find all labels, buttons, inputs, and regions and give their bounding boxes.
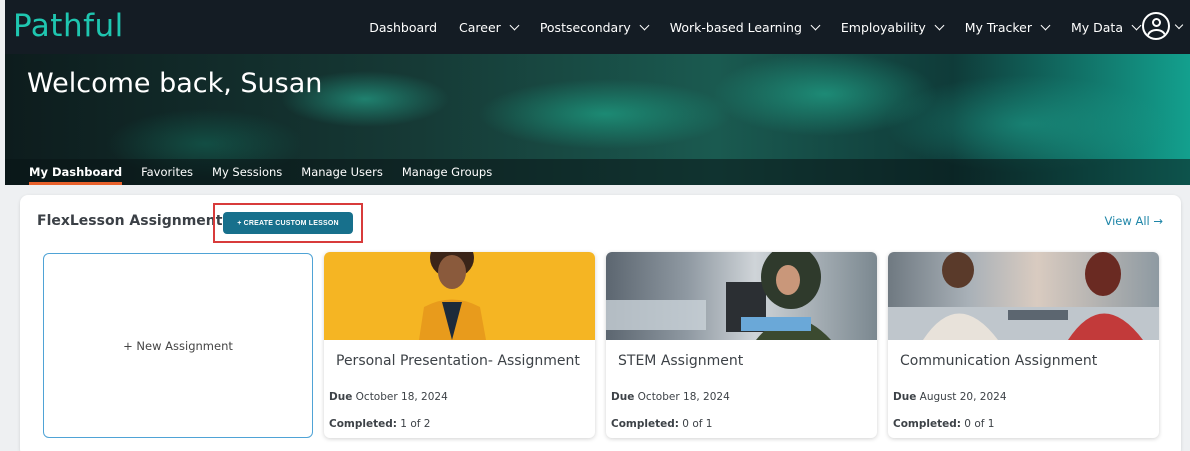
section-title: FlexLesson Assignments [37,213,231,229]
nav-dashboard[interactable]: Dashboard [369,20,437,35]
presentation-photo [419,252,486,340]
dashboard-tabs: My Dashboard Favorites My Sessions Manag… [5,159,1190,185]
nav-my-data[interactable]: My Data [1070,19,1142,35]
assignment-completed: Completed: 0 of 1 [611,418,712,430]
communication-photo [888,252,1159,340]
assignment-completed: Completed: 0 of 1 [893,418,994,430]
due-label: Due [611,391,635,403]
assignment-due: Due October 18, 2024 [611,391,730,403]
nav-label: Work-based Learning [669,19,802,35]
assignment-title: STEM Assignment [618,353,744,369]
nav-postsecondary[interactable]: Postsecondary [539,19,650,35]
nav-career[interactable]: Career [459,19,520,35]
nav-employability[interactable]: Employability [840,19,945,35]
completed-count: 0 of 1 [964,418,995,430]
assignment-card[interactable]: Communication Assignment Due August 20, … [888,252,1159,438]
avatar-body-shape [1147,29,1166,38]
avatar-head-shape [1152,18,1161,27]
welcome-title: Welcome back, Susan [27,68,323,99]
nav-label: Postsecondary [539,19,631,35]
due-date: August 20, 2024 [919,391,1007,403]
view-all-link[interactable]: View All → [1105,214,1164,228]
nav-label: Dashboard [369,19,438,35]
nav-label: My Tracker [964,19,1032,35]
assignment-image [324,252,595,340]
due-date: October 18, 2024 [355,391,448,403]
nav-label: My Data [1070,19,1123,35]
chevron-down-icon [1131,20,1142,30]
tab-manage-users[interactable]: Manage Users [301,159,383,185]
chevron-down-icon [810,20,821,30]
nav-work-based-learning[interactable]: Work-based Learning [669,19,821,35]
chevron-down-icon [639,20,650,30]
pathful-logo[interactable]: Pathful [13,8,124,44]
completed-label: Completed: [893,418,961,430]
chevron-down-icon [509,20,520,30]
assignment-image [606,252,877,340]
new-assignment-card[interactable]: + New Assignment [43,253,313,438]
tab-my-dashboard[interactable]: My Dashboard [29,159,123,185]
completed-label: Completed: [329,418,397,430]
create-custom-lesson-button[interactable]: + CREATE CUSTOM LESSON [223,212,353,234]
assignment-completed: Completed: 1 of 2 [329,418,430,430]
assignment-image [888,252,1159,340]
tab-my-sessions[interactable]: My Sessions [212,159,282,185]
due-label: Due [329,391,353,403]
new-assignment-label: + New Assignment [123,338,233,353]
flexlesson-assignments-panel: FlexLesson Assignments + CREATE CUSTOM L… [20,195,1181,451]
tab-manage-groups[interactable]: Manage Groups [402,159,492,185]
top-navigation: Pathful Dashboard Career Postsecondary W… [5,0,1190,54]
assignment-due: Due August 20, 2024 [893,391,1007,403]
chevron-down-icon [934,20,945,30]
nav-label: Career [459,19,501,35]
completed-label: Completed: [611,418,679,430]
assignment-title: Communication Assignment [900,353,1098,369]
chevron-down-icon[interactable] [1174,20,1184,30]
chevron-down-icon [1040,20,1051,30]
tab-favorites[interactable]: Favorites [141,159,193,185]
stem-lab-photo [606,252,831,340]
nav-my-tracker[interactable]: My Tracker [964,19,1051,35]
due-label: Due [893,391,917,403]
completed-count: 0 of 1 [682,418,713,430]
assignment-card[interactable]: STEM Assignment Due October 18, 2024 Com… [606,252,877,438]
assignment-due: Due October 18, 2024 [329,391,448,403]
nav-label: Employability [840,19,926,35]
user-avatar-icon[interactable] [1142,12,1170,40]
completed-count: 1 of 2 [400,418,431,430]
main-nav: Dashboard Career Postsecondary Work-base… [347,0,1142,54]
assignment-card[interactable]: Personal Presentation- Assignment Due Oc… [324,252,595,438]
hero-banner: Welcome back, Susan My Dashboard Favorit… [5,54,1190,185]
assignment-title: Personal Presentation- Assignment [336,353,580,369]
due-date: October 18, 2024 [637,391,730,403]
